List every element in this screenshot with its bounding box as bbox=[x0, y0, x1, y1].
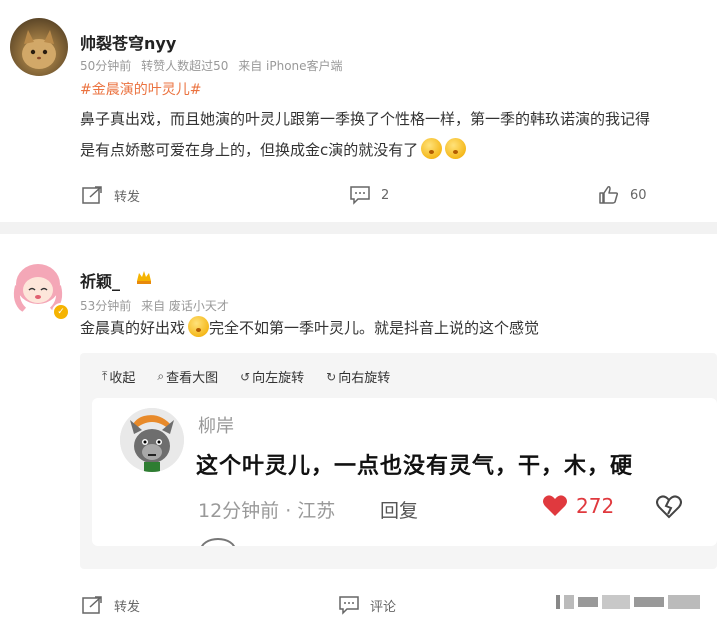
repost-button[interactable]: 转发 bbox=[82, 595, 140, 615]
crying-laughing-emoji-icon bbox=[188, 316, 210, 337]
post-text: 是有点娇憨可爱在身上的，但换成金c演的就没有了 bbox=[80, 141, 419, 159]
image-viewer: ⤒ 收起 ⌕ 查看大图 ↺ 向左旋转 ↻ 向右旋转 柳岸 这个叶灵儿，一点也没有… bbox=[80, 353, 717, 569]
comment-likes: 272 bbox=[542, 494, 614, 518]
comment-like-count: 272 bbox=[576, 494, 615, 518]
rotate-left-label: 向左旋转 bbox=[252, 371, 305, 386]
post-text-part-1: 金晨真的好出戏 bbox=[80, 319, 186, 337]
fan-badge-icon[interactable] bbox=[134, 267, 154, 291]
repost-label: 转发 bbox=[114, 599, 141, 615]
repost-label: 转发 bbox=[114, 189, 141, 205]
grey-wolf-avatar-icon bbox=[120, 408, 184, 472]
rotate-left-icon: ↺ bbox=[240, 369, 251, 384]
shy-emoji-icon bbox=[445, 138, 467, 159]
reply-label: 回复 bbox=[380, 500, 419, 522]
comment-text: 这个叶灵儿，一点也没有灵气，干，木，硬 bbox=[196, 454, 634, 479]
avatar[interactable] bbox=[10, 18, 68, 76]
comment-count: 2 bbox=[381, 187, 390, 203]
heart-icon bbox=[543, 495, 567, 516]
post-time[interactable]: 50分钟前 bbox=[80, 59, 131, 73]
repost-icon bbox=[82, 596, 102, 614]
comment-time-location: 12分钟前 · 江苏 bbox=[198, 500, 336, 522]
view-large-label: 查看大图 bbox=[166, 371, 219, 386]
view-large-button[interactable]: ⌕ 查看大图 bbox=[157, 367, 218, 386]
username[interactable]: 帅裂苍穹nyy bbox=[80, 30, 176, 54]
partial-avatar-icon bbox=[200, 538, 236, 546]
watermark-logo bbox=[556, 592, 702, 614]
comment-button[interactable]: 评论 bbox=[338, 595, 396, 615]
collapse-button[interactable]: ⤒ 收起 bbox=[102, 367, 135, 386]
commenter-name: 柳岸 bbox=[198, 416, 234, 437]
hashtag-link[interactable]: #金晨演的叶灵儿# bbox=[80, 79, 201, 99]
username[interactable]: 祈颖_ bbox=[80, 268, 120, 292]
post-source: 来自 废话小天才 bbox=[141, 299, 229, 313]
repost-button[interactable]: 转发 bbox=[82, 185, 140, 205]
rotate-right-icon: ↻ bbox=[326, 369, 337, 384]
post-text-line-1: 鼻子真出戏，而且她演的叶灵儿跟第一季换了个性格一样，第一季的韩玖诺演的我记得 bbox=[80, 110, 651, 128]
repost-stat: 转赞人数超过50 bbox=[141, 59, 229, 73]
post-text-line-2: 是有点娇憨可爱在身上的，但换成金c演的就没有了 bbox=[80, 135, 467, 166]
post-time[interactable]: 53分钟前 bbox=[80, 299, 131, 313]
verified-badge-icon: ✓ bbox=[52, 303, 70, 321]
shy-emoji-icon bbox=[421, 138, 443, 159]
comment-icon bbox=[350, 186, 370, 205]
post-meta: 50分钟前 转赞人数超过50 来自 iPhone客户端 bbox=[80, 57, 349, 74]
post-text: 金晨真的好出戏 完全不如第一季叶灵儿。就是抖音上说的这个感觉 bbox=[80, 313, 539, 344]
comment-button[interactable]: 2 bbox=[349, 185, 389, 205]
cat-avatar-icon bbox=[22, 30, 56, 69]
rotate-right-label: 向右旋转 bbox=[338, 371, 391, 386]
image-toolbar: ⤒ 收起 ⌕ 查看大图 ↺ 向左旋转 ↻ 向右旋转 bbox=[102, 367, 412, 386]
post-source: 来自 iPhone客户端 bbox=[238, 59, 343, 73]
comment-label: 评论 bbox=[370, 599, 397, 615]
magnifier-icon: ⌕ bbox=[157, 369, 165, 383]
feed-separator bbox=[0, 222, 717, 234]
thumb-up-icon bbox=[599, 186, 619, 204]
post-1: 帅裂苍穹nyy 50分钟前 转赞人数超过50 来自 iPhone客户端 #金晨演… bbox=[0, 0, 717, 222]
repost-icon bbox=[82, 186, 102, 204]
collapse-label: 收起 bbox=[109, 371, 136, 386]
like-count: 60 bbox=[630, 187, 647, 203]
broken-heart-icon bbox=[656, 494, 682, 524]
post-text-part-2: 完全不如第一季叶灵儿。就是抖音上说的这个感觉 bbox=[209, 319, 540, 337]
quoted-comment-screenshot[interactable]: 柳岸 这个叶灵儿，一点也没有灵气，干，木，硬 12分钟前 · 江苏 回复 272 bbox=[92, 398, 717, 546]
collapse-icon: ⤒ bbox=[102, 369, 108, 383]
comment-icon bbox=[339, 596, 359, 615]
rotate-right-button[interactable]: ↻ 向右旋转 bbox=[326, 367, 391, 387]
post-meta: 53分钟前 来自 废话小天才 bbox=[80, 297, 235, 314]
rotate-left-button[interactable]: ↺ 向左旋转 bbox=[240, 367, 305, 387]
like-button[interactable]: 60 bbox=[598, 185, 647, 205]
